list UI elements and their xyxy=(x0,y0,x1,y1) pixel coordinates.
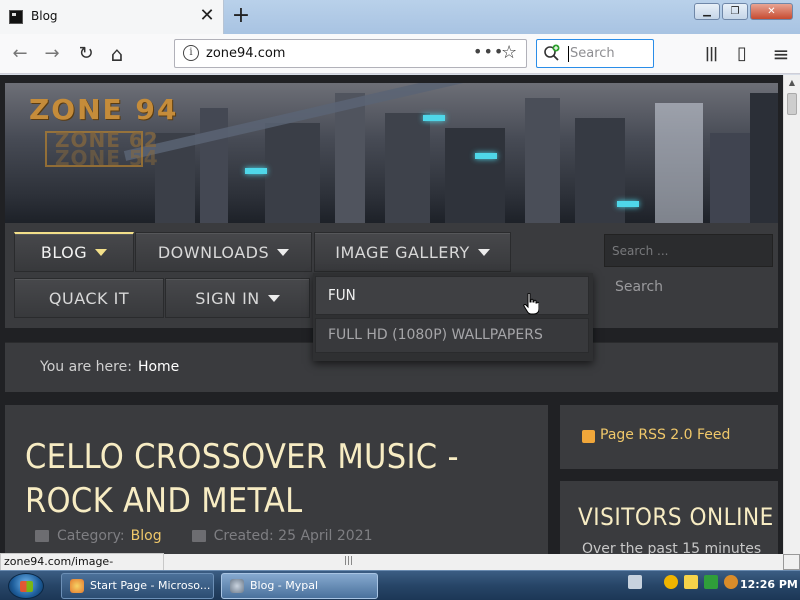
security-shield-icon[interactable] xyxy=(684,575,698,589)
home-icon[interactable]: ⌂ xyxy=(105,42,129,66)
text-cursor xyxy=(568,46,569,62)
keyboard-icon[interactable] xyxy=(628,575,642,589)
tab-close-icon[interactable]: ✕ xyxy=(199,6,215,26)
visitors-title: VISITORS ONLINE xyxy=(578,503,774,531)
status-bar-url: zone94.com/image-gallery/fun xyxy=(0,553,164,584)
rss-feed-link[interactable]: Page RSS 2.0 Feed xyxy=(600,427,730,443)
system-tray xyxy=(628,575,738,589)
network-icon[interactable] xyxy=(704,575,718,589)
new-tab-button[interactable]: + xyxy=(230,4,252,28)
browser-toolbar: ← → ↻ ⌂ i zone94.com ••• ☆ Search ||| ▯ … xyxy=(0,34,800,74)
article-card: CELLO CROSSOVER MUSIC - ROCK AND METAL C… xyxy=(5,405,548,554)
menu-blog[interactable]: BLOG xyxy=(14,232,134,272)
site-logo[interactable]: ZONE 94 xyxy=(29,93,178,126)
vertical-scrollbar[interactable]: ▲ xyxy=(783,75,800,554)
back-icon[interactable]: ← xyxy=(8,42,32,66)
sidebar-icon[interactable]: ▯ xyxy=(730,42,754,66)
browser-tab-active[interactable]: Blog ✕ xyxy=(0,0,224,34)
breadcrumb-label: You are here: xyxy=(40,359,132,375)
category-link[interactable]: Blog xyxy=(131,528,162,544)
minimize-button[interactable]: ▁ xyxy=(694,3,720,20)
taskbar-item-blog-mypal[interactable]: Blog - Mypal xyxy=(221,573,378,599)
folder-icon xyxy=(35,530,49,542)
bookmark-star-icon[interactable]: ☆ xyxy=(501,42,517,63)
chevron-down-icon xyxy=(477,248,490,256)
reload-icon[interactable]: ↻ xyxy=(74,42,98,66)
mypal-icon xyxy=(230,579,244,593)
menu-downloads-label: DOWNLOADS xyxy=(157,242,270,262)
logo-sub-2: ZONE 54 xyxy=(55,146,159,170)
article-title[interactable]: CELLO CROSSOVER MUSIC - ROCK AND METAL xyxy=(25,435,535,523)
site-search-input[interactable]: Search ... xyxy=(604,234,773,267)
browser-search-box[interactable]: Search xyxy=(536,39,654,68)
forward-icon[interactable]: → xyxy=(40,42,64,66)
scroll-up-icon[interactable]: ▲ xyxy=(784,75,800,91)
calendar-icon xyxy=(191,530,206,542)
search-engine-icon[interactable] xyxy=(543,44,561,62)
page-actions-icon[interactable]: ••• xyxy=(473,42,504,61)
url-bar[interactable]: i zone94.com ••• ☆ xyxy=(174,39,527,68)
breadcrumb-home-link[interactable]: Home xyxy=(138,359,179,375)
menu-quack-it[interactable]: QUACK IT xyxy=(14,278,164,318)
visitors-panel: VISITORS ONLINE Over the past 15 minutes xyxy=(560,481,778,554)
menu-icon[interactable]: ≡ xyxy=(769,42,793,66)
rss-icon xyxy=(582,430,595,443)
dropdown-item-wallpapers[interactable]: FULL HD (1080P) WALLPAPERS xyxy=(315,318,589,353)
chevron-down-icon xyxy=(267,294,280,302)
tab-favicon-icon xyxy=(9,10,23,24)
menu-sign-in[interactable]: SIGN IN xyxy=(165,278,310,318)
clock[interactable]: 12:26 PM xyxy=(740,578,798,591)
start-button[interactable] xyxy=(8,573,44,599)
visitors-subtitle: Over the past 15 minutes xyxy=(582,541,762,554)
ie-icon xyxy=(70,579,84,593)
site-info-icon[interactable]: i xyxy=(183,45,199,61)
menu-quack-it-label: QUACK IT xyxy=(48,288,130,308)
browser-titlebar: Blog ✕ + ▁ ❐ ✕ xyxy=(0,0,800,34)
horizontal-scrollbar[interactable]: ||| xyxy=(164,554,783,570)
menu-sign-in-label: SIGN IN xyxy=(195,288,260,308)
hand-cursor-icon xyxy=(523,293,539,315)
chevron-down-icon xyxy=(277,248,290,256)
menu-image-gallery-label: IMAGE GALLERY xyxy=(335,242,470,262)
scroll-corner xyxy=(783,554,800,570)
close-window-button[interactable]: ✕ xyxy=(750,3,793,20)
menu-downloads[interactable]: DOWNLOADS xyxy=(135,232,312,272)
chevron-down-icon xyxy=(95,249,108,256)
maximize-button[interactable]: ❐ xyxy=(722,3,748,20)
rss-panel: Page RSS 2.0 Feed xyxy=(560,405,778,469)
search-tray-icon[interactable] xyxy=(724,575,738,589)
taskbar: Start Page - Microso... Blog - Mypal 12:… xyxy=(0,570,800,600)
library-icon[interactable]: ||| xyxy=(699,42,723,66)
tab-title: Blog xyxy=(31,9,58,23)
window-controls: ▁ ❐ ✕ xyxy=(694,3,793,20)
site-search-button[interactable]: Search xyxy=(604,271,674,304)
article-meta: Category: Blog Created: 25 April 2021 xyxy=(35,528,373,544)
menu-blog-label: BLOG xyxy=(40,243,88,262)
taskbar-item-start-page[interactable]: Start Page - Microso... xyxy=(61,573,214,599)
scrollbar-thumb[interactable] xyxy=(787,93,797,115)
site-banner[interactable]: ZONE 94 ZONE 62 ZONE 54 xyxy=(5,83,778,223)
search-placeholder: Search xyxy=(570,46,615,61)
app-tray-icon[interactable] xyxy=(664,575,678,589)
image-gallery-dropdown: FUN FULL HD (1080P) WALLPAPERS xyxy=(313,273,593,361)
menu-image-gallery[interactable]: IMAGE GALLERY xyxy=(314,232,511,272)
url-text[interactable]: zone94.com xyxy=(206,46,285,61)
created-date: Created: 25 April 2021 xyxy=(213,528,373,544)
dropdown-item-fun[interactable]: FUN xyxy=(315,276,589,315)
category-label: Category: xyxy=(57,528,125,544)
